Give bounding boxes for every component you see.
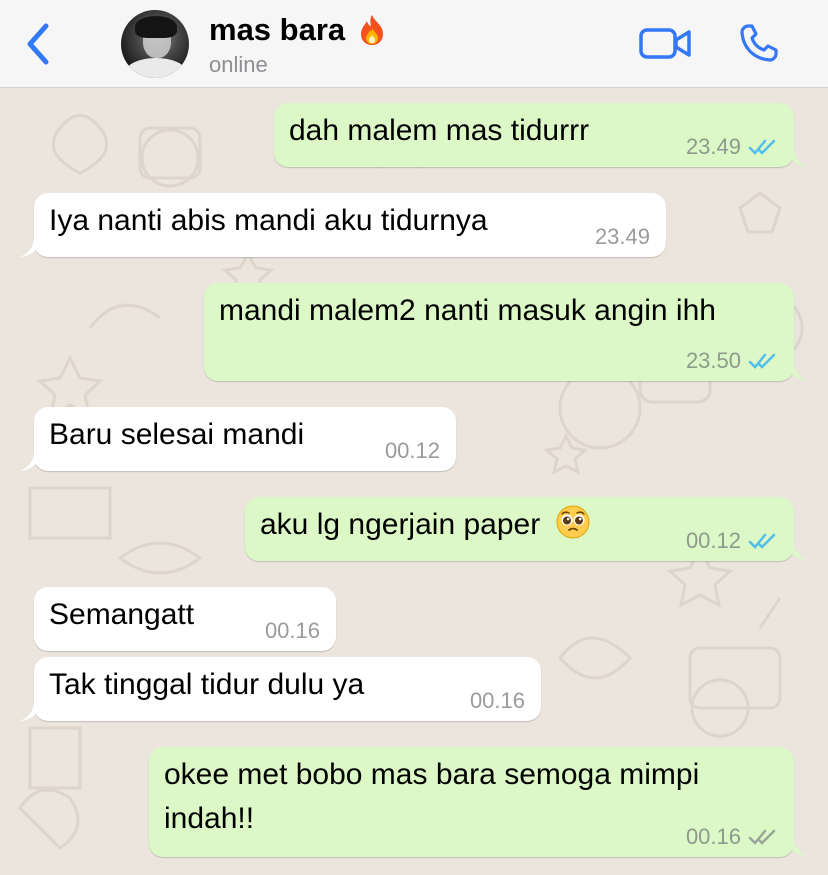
message-time: 00.16 <box>685 824 741 849</box>
read-ticks-icon <box>748 353 776 369</box>
delivered-ticks-icon <box>748 829 776 845</box>
message-bubble-incoming[interactable]: Iya nanti abis mandi aku tidurnya 23.49 <box>20 193 666 257</box>
message-text: Tak tinggal tidur dulu ya <box>49 668 365 701</box>
message-text-row: aku lg ngerjain paper <box>260 503 591 547</box>
message-meta: 00.16 <box>470 687 525 715</box>
contact-name-label: mas bara <box>209 12 346 47</box>
video-camera-icon[interactable] <box>638 24 692 62</box>
avatar[interactable] <box>121 10 189 78</box>
message-bubble-outgoing[interactable]: aku lg ngerjain paper 00.12 <box>245 497 808 561</box>
message-bubble-outgoing[interactable]: dah malem mas tidurrr 23.49 <box>274 103 808 167</box>
fire-emoji-icon <box>361 15 384 45</box>
read-ticks-icon <box>748 139 776 155</box>
message-bubble-outgoing[interactable]: mandi malem2 nanti masuk angin ihh 23.50 <box>204 283 808 381</box>
message-meta: 23.49 <box>686 133 778 161</box>
message-time: 23.50 <box>685 348 741 373</box>
contact-name[interactable]: mas bara <box>209 12 387 48</box>
message-meta: 23.49 <box>595 223 650 251</box>
message-time: 23.49 <box>685 134 741 159</box>
message-bubble-incoming[interactable]: Tak tinggal tidur dulu ya 00.16 <box>20 657 541 721</box>
message-time: 23.49 <box>594 224 650 249</box>
message-text: okee met bobo mas bara semoga mimpi inda… <box>164 758 700 835</box>
message-meta: 00.16 <box>265 617 320 645</box>
message-bubble-outgoing[interactable]: okee met bobo mas bara semoga mimpi inda… <box>149 747 808 857</box>
message-bubble-incoming[interactable]: Baru selesai mandi 00.12 <box>20 407 456 471</box>
message-meta: 00.12 <box>385 437 440 465</box>
message-bubble-incoming[interactable]: Semangatt 00.16 <box>34 587 336 651</box>
pleading-face-emoji-icon <box>556 505 590 539</box>
message-text: Iya nanti abis mandi aku tidurnya <box>49 204 488 237</box>
message-time: 00.12 <box>384 438 440 463</box>
message-text: dah malem mas tidurrr <box>289 114 590 147</box>
chat-header: mas bara online <box>0 0 828 88</box>
message-time: 00.12 <box>685 528 741 553</box>
read-ticks-icon <box>748 533 776 549</box>
message-meta: 00.12 <box>686 527 778 555</box>
contact-status: online <box>209 52 268 77</box>
message-text: mandi malem2 nanti masuk angin ihh <box>219 294 716 327</box>
phone-icon[interactable] <box>738 22 780 64</box>
message-text: aku lg ngerjain paper <box>260 508 541 541</box>
message-time: 00.16 <box>469 688 525 713</box>
message-meta: 00.16 <box>686 823 778 851</box>
message-meta: 23.50 <box>686 347 778 375</box>
chevron-left-icon[interactable] <box>22 22 54 66</box>
message-text: Semangatt <box>49 598 195 631</box>
message-text: Baru selesai mandi <box>49 418 305 451</box>
message-time: 00.16 <box>264 618 320 643</box>
